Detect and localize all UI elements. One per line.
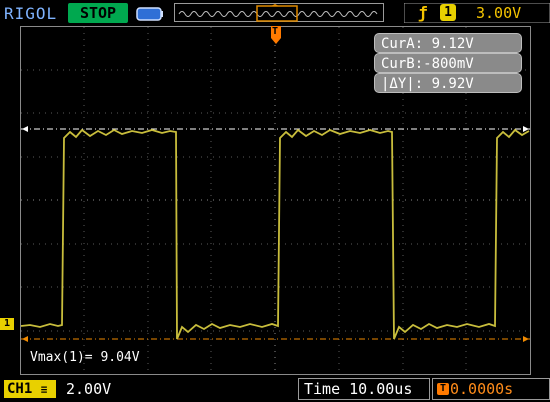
trigger-marker-label: T	[272, 26, 279, 37]
cursor-a-readout: CurA: 9.12V	[374, 33, 522, 53]
trigger-source-badge: 1	[440, 4, 456, 21]
trigger-offset-icon: T	[437, 383, 449, 395]
run-stop-indicator[interactable]: STOP	[68, 3, 128, 23]
top-status-bar: RIGOL STOP ƒ 1 3.00V	[0, 0, 550, 26]
waveform-memory-bar	[174, 3, 384, 22]
timebase[interactable]: Time 10.00us	[304, 380, 412, 398]
waveform-display: T CurA: 9.12V CurB:-800mV |ΔY|: 9.92V 1 …	[0, 26, 550, 375]
trigger-position-marker[interactable]: T	[270, 26, 282, 48]
memory-depth-icon	[136, 6, 164, 26]
channel-1-ground-marker[interactable]: 1	[0, 318, 14, 330]
bottom-status-bar: CH1 ≡ 2.00V Time 10.00us T 0.0000s	[0, 376, 550, 402]
ch1-vertical-scale[interactable]: 2.00V	[66, 380, 111, 398]
vmax-measurement: Vmax(1)= 9.04V	[30, 350, 140, 365]
rising-edge-icon: ƒ	[418, 3, 428, 22]
cursor-delta-readout: |ΔY|: 9.92V	[374, 73, 522, 93]
brand-logo: RIGOL	[4, 4, 58, 23]
horizontal-offset[interactable]: 0.0000s	[450, 380, 513, 398]
cursor-b-readout: CurB:-800mV	[374, 53, 522, 73]
ch1-badge[interactable]: CH1 ≡	[4, 380, 56, 398]
trigger-level: 3.00V	[476, 4, 522, 22]
ch1-label: CH1	[7, 381, 33, 397]
dc-coupling-icon: ≡	[40, 383, 48, 396]
